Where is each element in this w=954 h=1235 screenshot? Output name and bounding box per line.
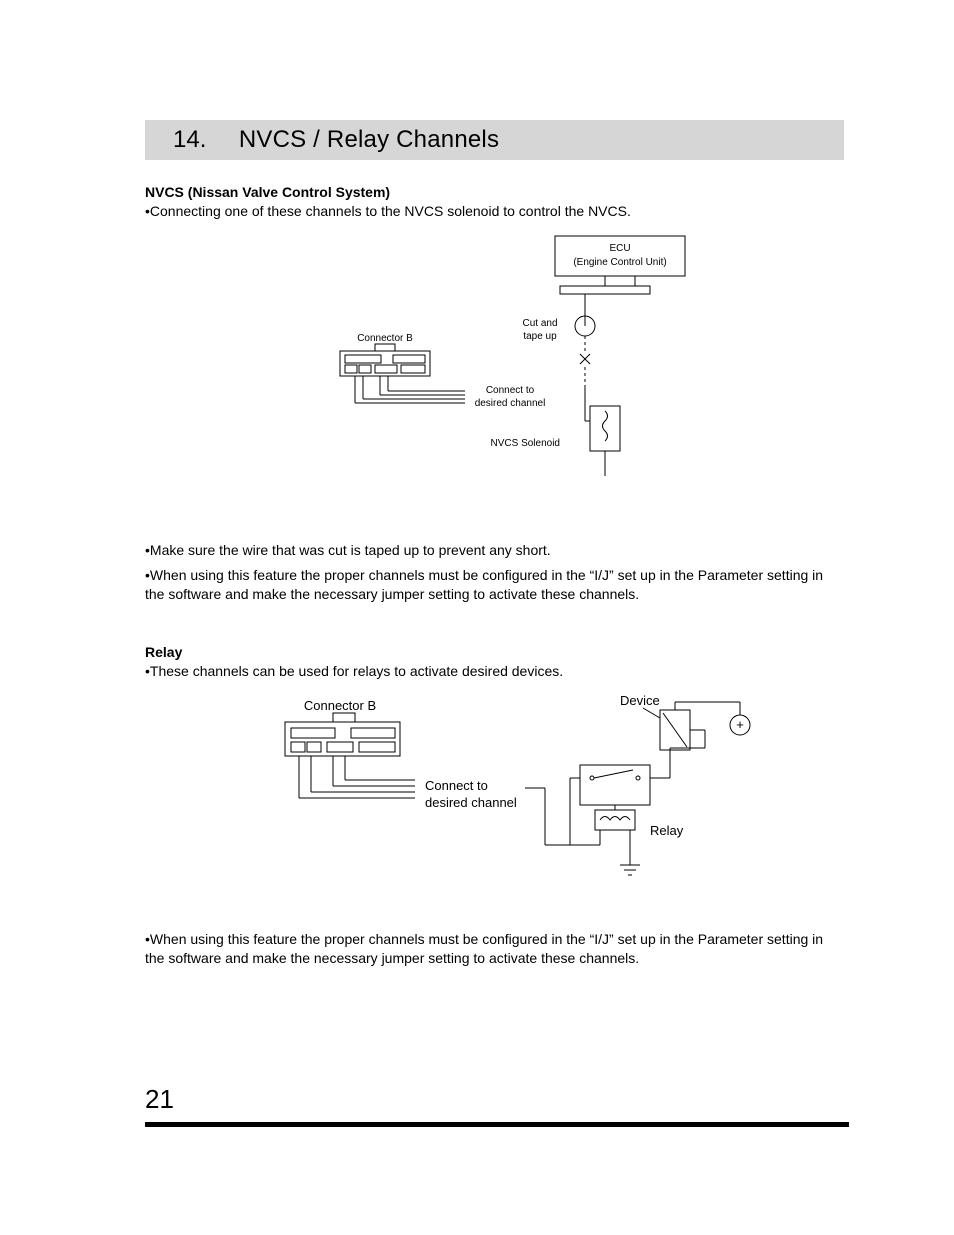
nvcs-wiring-svg: ECU (Engine Control Unit) Cut and tape u… (285, 231, 705, 501)
section-number: 14. (173, 126, 206, 154)
page-number: 21 (145, 1084, 174, 1115)
nvcs-diagram: ECU (Engine Control Unit) Cut and tape u… (145, 231, 844, 501)
section-header: 14. NVCS / Relay Channels (145, 120, 844, 160)
ecu-label-1: ECU (609, 243, 630, 254)
device-label: Device (620, 693, 660, 708)
nvcs-para-1: •Connecting one of these channels to the… (145, 202, 844, 221)
nvcs-heading: NVCS (Nissan Valve Control System) (145, 184, 844, 200)
relay-para-1: •These channels can be used for relays t… (145, 662, 844, 681)
relay-diagram: Connector B Co (145, 690, 844, 890)
connect-to-label-2: desired channel (474, 398, 545, 409)
nvcs-solenoid-label: NVCS Solenoid (490, 438, 559, 449)
relay-para-2: •When using this feature the proper chan… (145, 930, 844, 968)
plus-terminal: + (736, 717, 744, 732)
footer-rule (145, 1122, 849, 1127)
nvcs-para-3: •When using this feature the proper chan… (145, 566, 844, 604)
relay-connect-to-2: desired channel (425, 795, 517, 810)
relay-heading: Relay (145, 644, 844, 660)
cut-tape-label-2: tape up (523, 331, 557, 342)
nvcs-para-2: •Make sure the wire that was cut is tape… (145, 541, 844, 560)
connect-to-label-1: Connect to (485, 385, 534, 396)
connector-b-label: Connector B (357, 333, 413, 344)
relay-connector-b-label: Connector B (303, 698, 375, 713)
relay-coil-label: Relay (650, 823, 684, 838)
section-title: NVCS / Relay Channels (239, 126, 499, 153)
relay-wiring-svg: Connector B Co (215, 690, 775, 890)
page-container: 14. NVCS / Relay Channels NVCS (Nissan V… (0, 0, 954, 1235)
relay-connect-to-1: Connect to (425, 778, 488, 793)
cut-tape-label-1: Cut and (522, 318, 557, 329)
ecu-label-2: (Engine Control Unit) (573, 257, 666, 268)
